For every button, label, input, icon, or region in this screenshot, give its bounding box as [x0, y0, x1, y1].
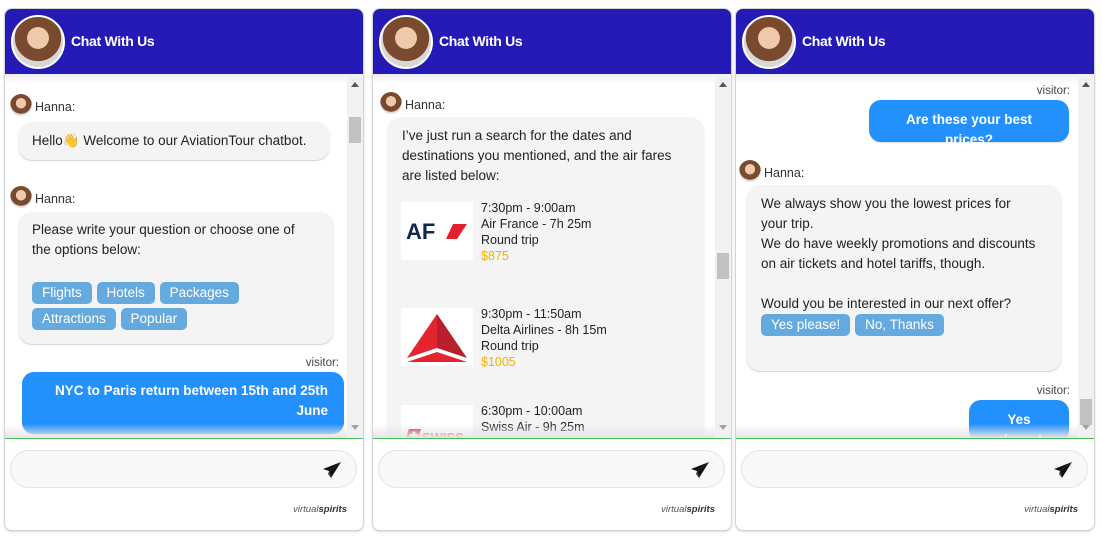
divider: [736, 438, 1094, 439]
agent-avatar: [11, 15, 65, 69]
scroll-up-arrow-icon[interactable]: [719, 82, 727, 87]
quick-replies: Yes please! No, Thanks: [761, 314, 1047, 340]
agent-avatar: [379, 15, 433, 69]
message-list[interactable]: Hanna: Hello👋 Welcome to our AviationTou…: [5, 74, 363, 438]
message-list[interactable]: Hanna: I’ve just run a search for the da…: [373, 74, 731, 438]
agent-name: Hanna:: [380, 92, 445, 114]
send-icon[interactable]: [322, 461, 342, 479]
brand-logo: virtualspirits: [1024, 504, 1078, 515]
agent-avatar: [742, 15, 796, 69]
option-attractions[interactable]: Attractions: [32, 308, 116, 330]
chat-header: Chat With Us: [5, 9, 363, 74]
scroll-down-arrow-icon[interactable]: [719, 425, 727, 430]
agent-message: We always show you the lowest prices for…: [746, 185, 1062, 371]
scroll-up-arrow-icon[interactable]: [351, 82, 359, 87]
option-popular[interactable]: Popular: [120, 308, 188, 330]
agent-name: Hanna:: [739, 160, 804, 182]
agent-mini-avatar: [739, 160, 761, 182]
visitor-label: visitor:: [1036, 85, 1070, 97]
agent-mini-avatar: [10, 186, 32, 208]
air-france-logo: AF: [401, 202, 473, 260]
flight-result[interactable]: 9:30pm - 11:50am Delta Airlines - 8h 15m…: [401, 307, 691, 370]
message-input-box[interactable]: [741, 450, 1088, 488]
chat-header: Chat With Us: [373, 9, 731, 74]
agent-name: Hanna:: [10, 94, 75, 116]
scrollbar-thumb[interactable]: [1080, 399, 1092, 425]
message-input-box[interactable]: [10, 450, 357, 488]
flight-info: 7:30pm - 9:00am Air France - 7h 25m Roun…: [481, 201, 592, 263]
message-list[interactable]: visitor: Are these your best prices? Han…: [736, 74, 1094, 438]
flight-result[interactable]: AF 7:30pm - 9:00am Air France - 7h 25m R…: [401, 201, 691, 264]
visitor-message: Are these your best prices?: [869, 100, 1069, 147]
quick-replies: Flights Hotels Packages Attractions Popu…: [32, 282, 320, 334]
scroll-down-arrow-icon[interactable]: [351, 425, 359, 430]
flight-price: $1005: [481, 355, 516, 369]
brand-logo: virtualspirits: [661, 504, 715, 515]
chat-widget-3: Chat With Us visitor: Are these your bes…: [735, 8, 1095, 531]
option-hotels[interactable]: Hotels: [96, 282, 155, 304]
chat-widget-2: Chat With Us Hanna: I’ve just run a sear…: [372, 8, 732, 531]
message-input[interactable]: [393, 459, 673, 479]
agent-message: I’ve just run a search for the dates and…: [387, 117, 704, 438]
agent-message: Please write your question or choose one…: [18, 212, 334, 344]
send-icon[interactable]: [690, 461, 710, 479]
divider: [373, 438, 731, 439]
svg-text:AF: AF: [406, 219, 435, 244]
scrollbar[interactable]: [1078, 74, 1094, 438]
message-input-box[interactable]: [378, 450, 725, 488]
chat-title: Chat With Us: [802, 33, 886, 49]
chat-widget-1: Chat With Us Hanna: Hello👋 Welcome to ou…: [4, 8, 364, 531]
scroll-up-arrow-icon[interactable]: [1082, 82, 1090, 87]
flight-price: $875: [481, 249, 509, 263]
delta-logo: [401, 308, 473, 366]
scrollbar-thumb[interactable]: [717, 253, 729, 279]
chat-title: Chat With Us: [439, 33, 523, 49]
agent-message: Hello👋 Welcome to our AviationTour chatb…: [18, 122, 330, 160]
option-flights[interactable]: Flights: [32, 282, 92, 304]
visitor-label: visitor:: [305, 357, 339, 369]
agent-name: Hanna:: [10, 186, 75, 208]
send-icon[interactable]: [1053, 461, 1073, 479]
brand-logo: virtualspirits: [293, 504, 347, 515]
scrollbar[interactable]: [715, 74, 731, 438]
message-input[interactable]: [756, 459, 1036, 479]
option-yes-please[interactable]: Yes please!: [761, 314, 851, 336]
option-no-thanks[interactable]: No, Thanks: [855, 314, 944, 336]
scroll-down-arrow-icon[interactable]: [1082, 425, 1090, 430]
visitor-label: visitor:: [1036, 385, 1070, 397]
message-input[interactable]: [25, 459, 305, 479]
scrollbar[interactable]: [347, 74, 363, 438]
flight-info: 9:30pm - 11:50am Delta Airlines - 8h 15m…: [481, 307, 607, 369]
agent-mini-avatar: [10, 94, 32, 116]
option-packages[interactable]: Packages: [159, 282, 239, 304]
divider: [5, 438, 363, 439]
chat-title: Chat With Us: [71, 33, 155, 49]
agent-mini-avatar: [380, 92, 402, 114]
scrollbar-thumb[interactable]: [349, 117, 361, 143]
chat-header: Chat With Us: [736, 9, 1094, 74]
